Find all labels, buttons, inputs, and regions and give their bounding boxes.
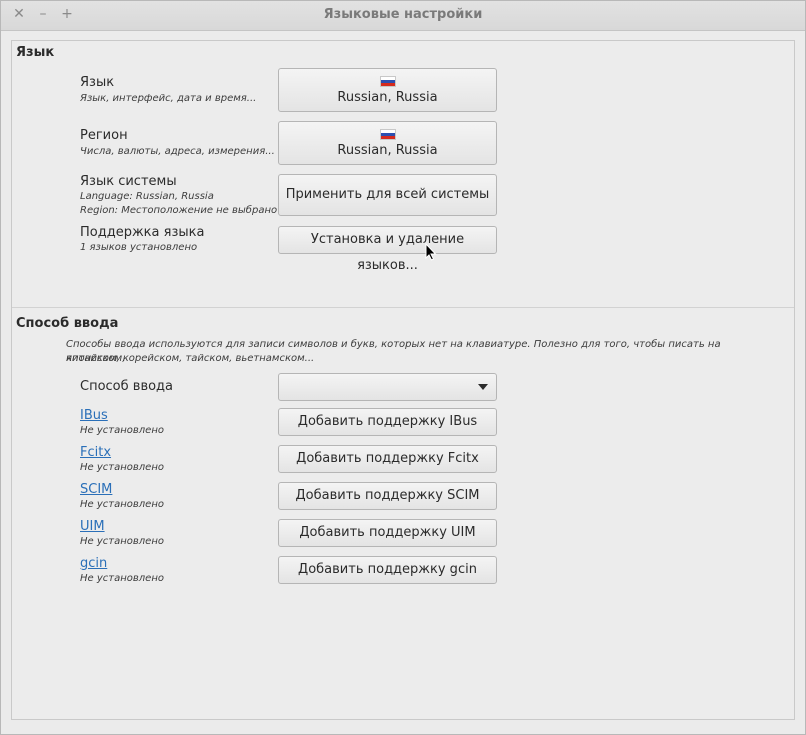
fcitx-status: Не установлено [80,462,164,473]
language-support-sub: 1 языков установлено [80,242,198,253]
mouse-pointer-icon [425,243,437,261]
add-uim-button[interactable]: Добавить поддержку UIM [278,519,497,547]
language-sub: Язык, интерфейс, дата и время... [80,93,257,104]
ibus-status: Не установлено [80,425,164,436]
scim-link[interactable]: SCIM [80,482,112,497]
input-method-label: Способ ввода [80,379,174,394]
fcitx-link[interactable]: Fcitx [80,445,111,460]
uim-status: Не установлено [80,536,164,547]
language-section-title: Язык [16,45,55,60]
add-fcitx-button[interactable]: Добавить поддержку Fcitx [278,445,497,473]
uim-link[interactable]: UIM [80,519,105,534]
add-gcin-button[interactable]: Добавить поддержку gcin [278,556,497,584]
region-sub: Числа, валюты, адреса, измерения... [80,146,275,157]
scim-status: Не установлено [80,499,164,510]
system-language-sub-region: Region: Местоположение не выбрано [80,205,278,216]
input-method-section-title: Способ ввода [16,316,119,331]
input-method-select[interactable] [278,373,497,401]
gcin-status: Не установлено [80,573,164,584]
window-title: Языковые настройки [323,7,483,22]
ibus-link[interactable]: IBus [80,408,108,423]
install-remove-languages-button[interactable]: Установка и удаление языков... [278,226,497,273]
input-method-description-line2: японском, корейском, тайском, вьетнамско… [66,353,315,364]
language-settings-window: ✕ – + Языковые настройки Язык Язык Язык,… [0,0,806,735]
system-language-sub-language: Language: Russian, Russia [80,191,214,202]
russia-flag-icon [379,129,396,140]
language-label: Язык [80,75,115,90]
system-language-label: Язык системы [80,174,177,189]
language-support-label: Поддержка языка [80,225,205,240]
section-divider [12,307,794,308]
titlebar: ✕ – + Языковые настройки [1,1,805,31]
gcin-link[interactable]: gcin [80,556,107,571]
region-button-label: Russian, Russia [337,143,438,158]
language-button-label: Russian, Russia [337,90,438,105]
language-button[interactable]: Russian, Russia [278,68,497,112]
region-label: Регион [80,128,128,143]
russia-flag-icon [379,76,396,87]
add-ibus-button[interactable]: Добавить поддержку IBus [278,408,497,436]
apply-system-wide-button[interactable]: Применить для всей системы [278,174,497,216]
add-scim-button[interactable]: Добавить поддержку SCIM [278,482,497,510]
settings-panel: Язык Язык Язык, интерфейс, дата и время.… [11,40,795,720]
region-button[interactable]: Russian, Russia [278,121,497,165]
chevron-down-icon [478,384,488,390]
